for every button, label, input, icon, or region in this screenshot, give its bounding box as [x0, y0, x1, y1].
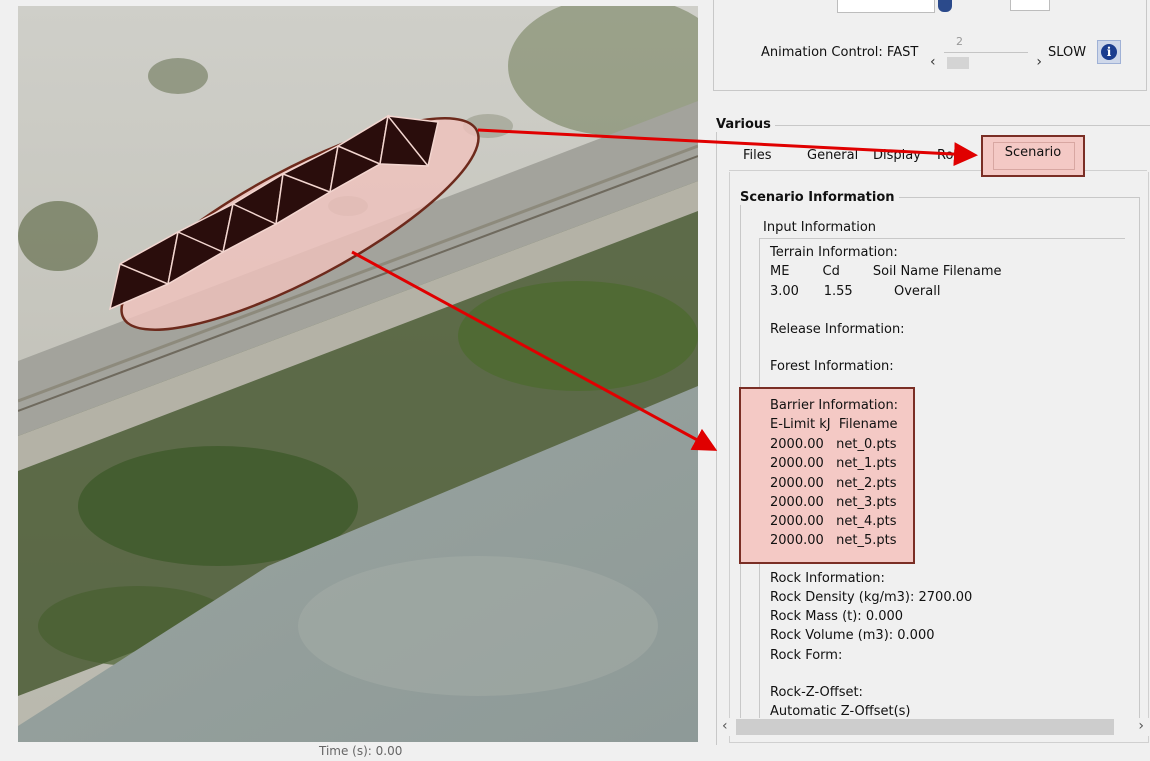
animation-slow-label: SLOW — [1048, 45, 1087, 60]
auto-z-offset: Automatic Z-Offset(s) — [770, 704, 911, 719]
rock-mass: Rock Mass (t): 0.000 — [770, 609, 904, 624]
rock-density: Rock Density (kg/m3): 2700.00 — [770, 590, 973, 605]
scroll-left-icon[interactable]: ‹ — [722, 718, 728, 734]
terrain-header: ME Cd Soil Name Filename — [770, 264, 1002, 279]
settings-panel: Animation Control: FAST 2 ‹ › SLOW i Var… — [703, 0, 1150, 761]
rock-volume: Rock Volume (m3): 0.000 — [770, 628, 935, 643]
barrier-row: 2000.00 net_1.pts — [770, 456, 897, 471]
animation-value: 2 — [956, 35, 963, 48]
release-title: Release Information: — [770, 322, 905, 337]
barrier-row: 2000.00 net_2.pts — [770, 476, 897, 491]
barrier-row: 2000.00 net_5.pts — [770, 533, 897, 548]
barrier-header: E-Limit kJ Filename — [770, 417, 898, 432]
barrier-row: 2000.00 net_3.pts — [770, 495, 897, 510]
slider-left-arrow-icon[interactable]: ‹ — [930, 54, 936, 70]
terrain-row: 3.00 1.55 Overall — [770, 284, 941, 299]
tab-files[interactable]: Files — [743, 145, 772, 167]
animation-slider[interactable]: ‹ › — [930, 52, 1042, 70]
info-button[interactable]: i — [1097, 40, 1121, 64]
aerial-map-view[interactable] — [18, 6, 698, 742]
slider-thumb[interactable] — [947, 57, 969, 69]
barrier-title: Barrier Information: — [770, 398, 899, 413]
info-icon: i — [1101, 44, 1117, 60]
rock-form: Rock Form: — [770, 648, 843, 663]
rock-title: Rock Information: — [770, 571, 885, 586]
scroll-thumb[interactable] — [736, 719, 1114, 735]
top-input-field[interactable] — [837, 0, 935, 13]
horizontal-scrollbar[interactable]: ‹ › — [718, 718, 1150, 736]
input-information-label: Input Information — [763, 220, 877, 235]
tab-display[interactable]: Display — [873, 145, 921, 167]
scenario-information-title: Scenario Information — [740, 190, 899, 205]
tab-scenario[interactable]: Scenario — [981, 135, 1085, 177]
tab-general[interactable]: General — [807, 145, 858, 167]
top-input-field-2[interactable] — [1010, 0, 1050, 11]
various-group-title: Various — [716, 117, 775, 132]
barrier-row: 2000.00 net_0.pts — [770, 437, 897, 452]
animation-control-label: Animation Control: FAST — [761, 45, 919, 60]
slider-right-arrow-icon[interactable]: › — [1036, 54, 1042, 70]
rock-z-offset: Rock-Z-Offset: — [770, 685, 863, 700]
terrain-title: Terrain Information: — [770, 245, 898, 260]
forest-title: Forest Information: — [770, 359, 894, 374]
aerial-image — [18, 6, 698, 742]
top-info-icon[interactable] — [938, 0, 952, 12]
barrier-row: 2000.00 net_4.pts — [770, 514, 897, 529]
time-label: Time (s): 0.00 — [319, 744, 403, 758]
tab-rock[interactable]: Rock — [937, 145, 977, 167]
scroll-right-icon[interactable]: › — [1138, 718, 1144, 734]
